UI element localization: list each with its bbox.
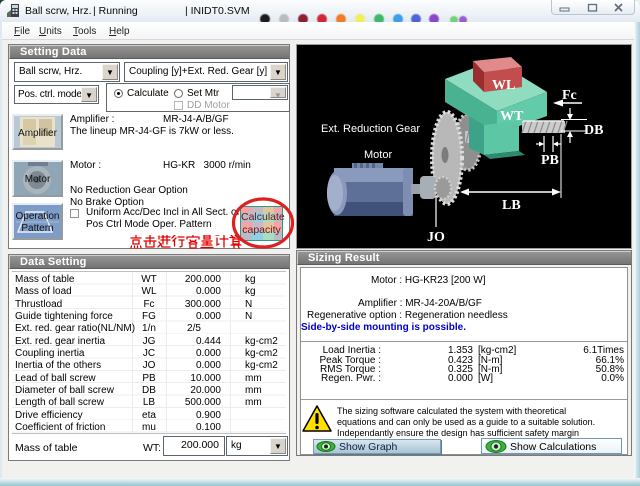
svg-text:Fc: Fc	[562, 88, 577, 103]
svg-text:Ext. Reduction Gear: Ext. Reduction Gear	[321, 123, 420, 135]
svg-text:JO: JO	[427, 230, 445, 245]
svg-text:LB: LB	[502, 198, 521, 213]
svg-text:WL: WL	[492, 78, 515, 93]
svg-text:DB: DB	[584, 123, 603, 138]
svg-text:WT: WT	[500, 109, 524, 124]
svg-text:Motor: Motor	[364, 149, 392, 161]
svg-text:PB: PB	[541, 153, 559, 168]
